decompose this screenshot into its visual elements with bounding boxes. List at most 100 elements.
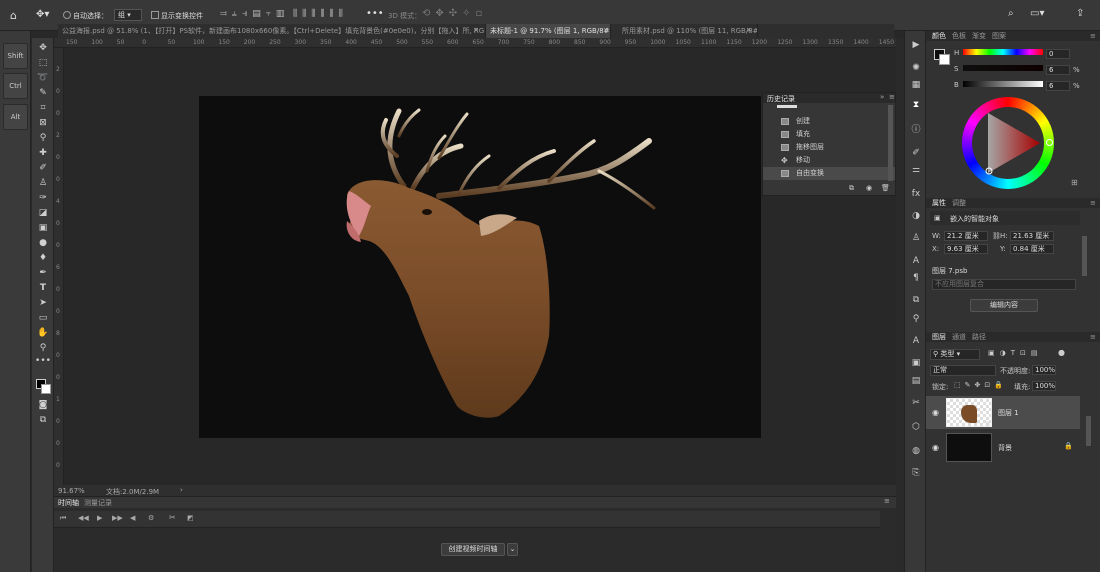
align-icons[interactable]: ⫤⫨⫣▤⫟▥: [220, 9, 289, 19]
move-tool-icon[interactable]: ✥: [35, 42, 51, 55]
healing-brush-icon[interactable]: ✚: [35, 147, 51, 160]
tools-icon[interactable]: ✂: [908, 396, 924, 411]
eraser-tool-icon[interactable]: ◪: [35, 207, 51, 220]
history-item[interactable]: [763, 103, 895, 111]
dodge-tool-icon[interactable]: ♦: [35, 252, 51, 265]
tab-patterns[interactable]: 图案: [992, 31, 1006, 41]
adjustments-icon[interactable]: ✺: [908, 61, 924, 76]
crop-tool-icon[interactable]: ⌗: [35, 102, 51, 115]
layer-name[interactable]: 背景: [998, 443, 1012, 453]
brush-settings-icon[interactable]: ✐: [908, 146, 924, 161]
character-icon[interactable]: A: [908, 254, 924, 269]
settings-icon[interactable]: ⚙: [148, 514, 154, 522]
first-frame-icon[interactable]: ⏮: [60, 514, 66, 523]
audio-icon[interactable]: ◀: [130, 514, 135, 522]
tab-close-icon[interactable]: ×: [603, 26, 609, 34]
x-field[interactable]: 9.63 厘米: [944, 244, 988, 254]
lasso-tool-icon[interactable]: ➰: [35, 72, 51, 85]
snapshot-icon[interactable]: ◉: [866, 184, 872, 192]
more-icon[interactable]: •••: [366, 8, 384, 19]
tab-channels[interactable]: 通道: [952, 332, 966, 342]
levels-icon[interactable]: ▦: [908, 78, 924, 93]
shift-key-button[interactable]: Shift: [3, 43, 28, 69]
doc-tab[interactable]: 所用素材.psd @ 110% (图层 11, RGB/8#) *: [618, 24, 758, 38]
transition-icon[interactable]: ◩: [187, 514, 194, 522]
light-icon[interactable]: ◍: [908, 444, 924, 459]
info-icon[interactable]: ⓘ: [908, 123, 924, 138]
path-select-icon[interactable]: ➤: [35, 297, 51, 310]
opacity-field[interactable]: 100%: [1032, 365, 1056, 375]
paths-icon[interactable]: ⚲: [908, 312, 924, 327]
tab-properties[interactable]: 属性: [932, 198, 946, 208]
tab-layers[interactable]: 图层: [932, 332, 946, 342]
stamp-tool-icon[interactable]: ♙: [35, 177, 51, 190]
background-color-swatch[interactable]: [41, 384, 51, 394]
rectangle-tool-icon[interactable]: ▭: [35, 312, 51, 325]
tab-measurement-log[interactable]: 测量记录: [84, 498, 112, 508]
history-item[interactable]: 填充: [763, 128, 895, 141]
history-item[interactable]: ✥ 移动: [763, 154, 895, 167]
auto-select-dropdown[interactable]: 组 ▾: [114, 9, 142, 21]
screen-mode-icon[interactable]: ⧉: [35, 414, 51, 427]
tab-swatches[interactable]: 色板: [952, 31, 966, 41]
share-icon[interactable]: ⇪: [1076, 8, 1084, 19]
panel-menu-icon[interactable]: ≡: [889, 93, 895, 101]
comments-icon[interactable]: ▤: [908, 374, 924, 389]
gradient-tool-icon[interactable]: ▣: [35, 222, 51, 235]
tab-timeline[interactable]: 时间轴: [58, 498, 79, 508]
hand-tool-icon[interactable]: ✋: [35, 327, 51, 340]
edit-contents-button[interactable]: 编辑内容: [970, 299, 1038, 312]
paragraph-icon[interactable]: ¶: [908, 271, 924, 286]
prev-frame-icon[interactable]: ◀◀: [78, 514, 89, 522]
document-canvas[interactable]: [199, 96, 761, 438]
play-action-icon[interactable]: ▶: [908, 38, 924, 53]
layer-row-selected[interactable]: ◉ ▣ 图层 1: [926, 396, 1080, 429]
quick-select-icon[interactable]: ✎: [35, 87, 51, 100]
history-scrollbar[interactable]: [888, 105, 893, 181]
visibility-eye-icon[interactable]: ◉: [932, 443, 939, 452]
stamp-icon[interactable]: ♙: [908, 231, 924, 246]
move-tool-icon[interactable]: ✥▾: [36, 9, 49, 20]
fill-field[interactable]: 100%: [1032, 381, 1056, 391]
doc-tab[interactable]: 公益海报.psd @ 51.8% (1、【打开】PS软件，新建画布1080x66…: [58, 24, 486, 38]
export-icon[interactable]: ⎘: [908, 466, 924, 481]
tab-close-icon[interactable]: ×: [473, 26, 479, 34]
next-frame-icon[interactable]: ▶▶: [112, 514, 123, 522]
b-field[interactable]: 6: [1046, 81, 1070, 91]
color-triangle[interactable]: [972, 107, 1044, 179]
zoom-tool-icon[interactable]: ⚲: [35, 342, 51, 355]
play-icon[interactable]: ▶: [97, 514, 102, 522]
lock-icons[interactable]: ⬚✎✥⊡🔒: [954, 381, 1007, 389]
w-field[interactable]: 21.2 厘米: [944, 231, 988, 241]
layers-scrollbar[interactable]: [1086, 416, 1091, 446]
show-transform-checkbox[interactable]: [151, 11, 159, 19]
panel-menu-icon[interactable]: ≡: [1090, 198, 1096, 208]
filter-icons[interactable]: ▣◑T⊡▤: [988, 349, 1042, 357]
collapse-icon[interactable]: »: [880, 93, 884, 101]
glyphs-icon[interactable]: A: [908, 334, 924, 349]
pen-tool-icon[interactable]: ✒: [35, 267, 51, 280]
new-document-from-state-icon[interactable]: ⧉: [849, 184, 854, 193]
distribute-icons[interactable]: ⫼⫼⫼⫼⫼⫼: [293, 9, 348, 19]
h-size-field[interactable]: 21.63 厘米: [1010, 231, 1054, 241]
properties-scrollbar[interactable]: [1082, 236, 1087, 276]
brush-tool-icon[interactable]: ✐: [35, 162, 51, 175]
more-tools-icon[interactable]: •••: [35, 355, 51, 368]
history-item[interactable]: 拖移图层: [763, 141, 895, 154]
layer-row[interactable]: ◉ 背景 🔒: [926, 431, 1080, 464]
home-icon[interactable]: ⌂: [10, 9, 17, 22]
history-item-selected[interactable]: 自由变换: [763, 167, 895, 180]
color-wheel[interactable]: [962, 97, 1054, 189]
tab-close-icon[interactable]: ×: [746, 26, 752, 34]
s-field[interactable]: 6: [1046, 65, 1070, 75]
expand-icon[interactable]: ⊞: [1071, 178, 1078, 187]
history-brush-icon[interactable]: ✑: [35, 192, 51, 205]
fx-icon[interactable]: fx: [908, 187, 924, 202]
doc-tab-active[interactable]: 未标题-1 @ 91.7% (图层 1, RGB/8#) *: [486, 24, 611, 38]
history-item[interactable]: 创建: [763, 115, 895, 128]
h-field[interactable]: 0: [1046, 49, 1070, 59]
layer-comp-select[interactable]: 不应用图层复合: [932, 279, 1076, 290]
blur-tool-icon[interactable]: ●: [35, 237, 51, 250]
visibility-eye-icon[interactable]: ◉: [932, 408, 939, 417]
filter-toggle-icon[interactable]: ●: [1058, 348, 1065, 357]
